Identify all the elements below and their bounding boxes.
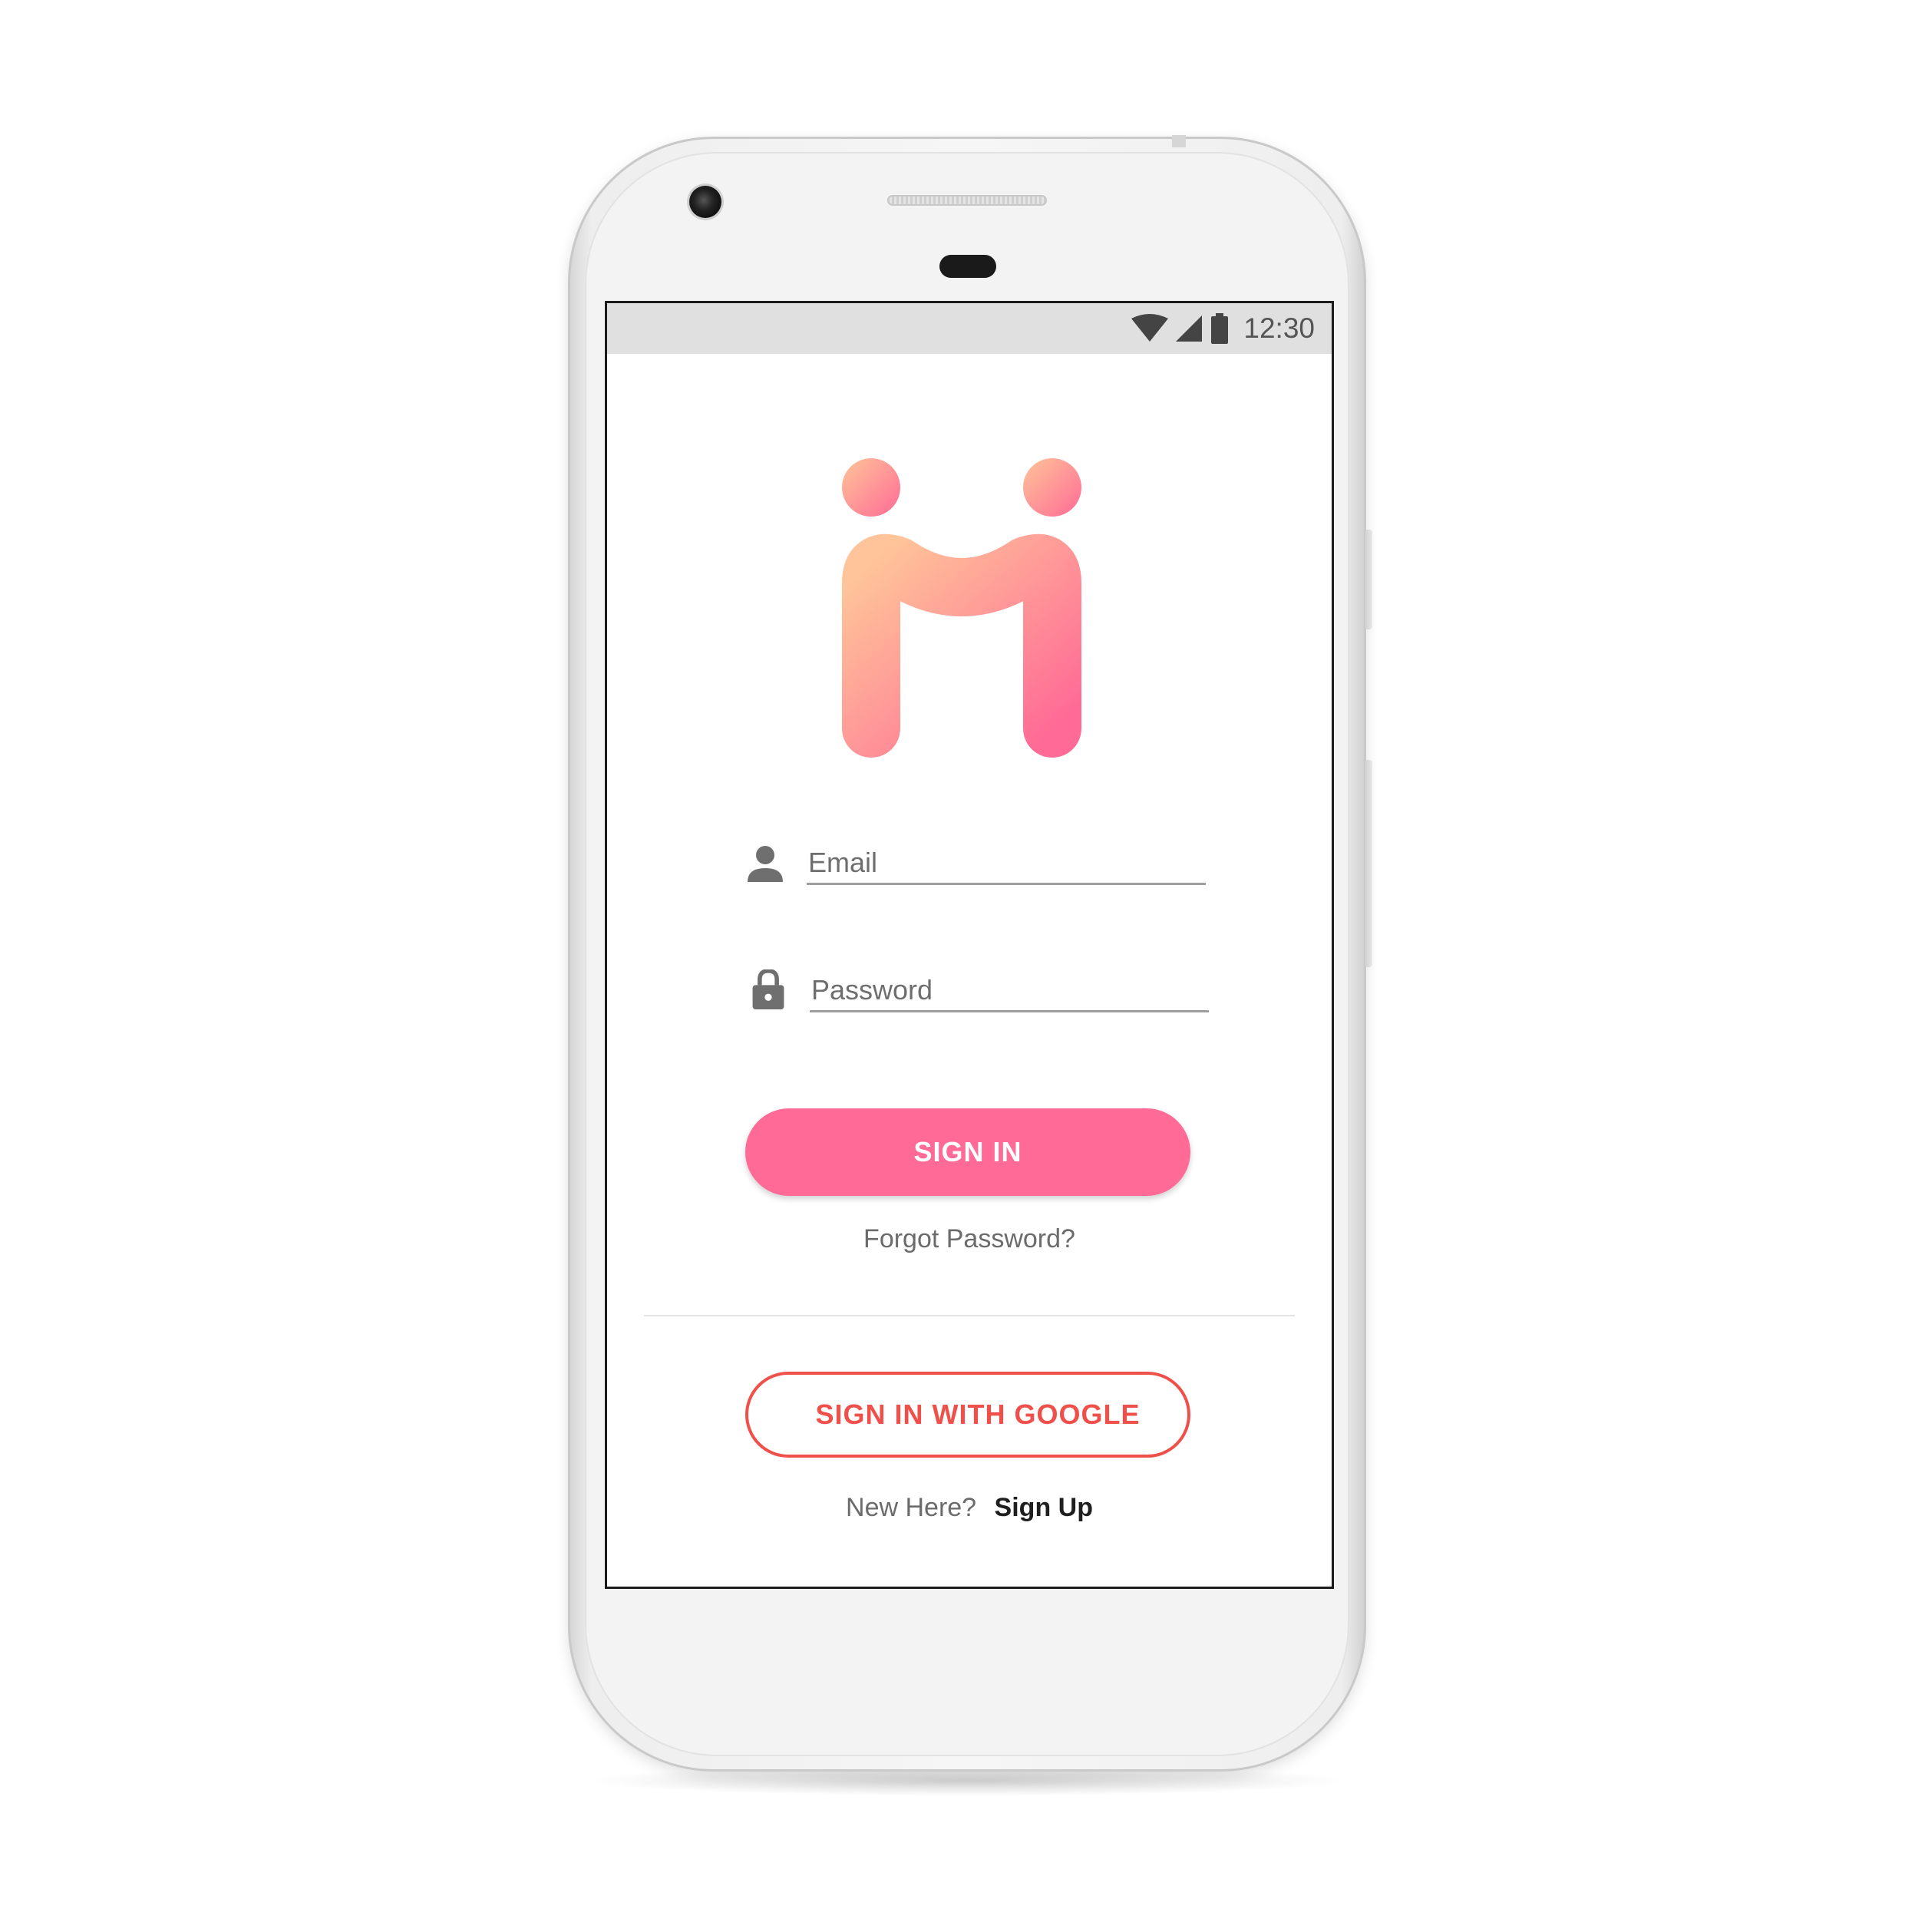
password-row [745,968,1209,1029]
email-field[interactable] [807,842,1206,885]
sign-in-button[interactable]: SIGN IN [745,1108,1190,1196]
status-icons: 12:30 [1131,311,1315,346]
proximity-sensor [939,255,996,278]
earpiece-speaker [887,195,1047,206]
email-row [745,841,1206,902]
new-here-text: New Here? [846,1493,977,1522]
device-mockup: 12:30 Email SIGN IN Forgot Password? SIG… [0,0,1928,1932]
forgot-password-link[interactable]: Forgot Password? [607,1224,1332,1254]
divider [644,1315,1295,1316]
status-time: 12:30 [1243,312,1315,344]
wifi-icon [1131,314,1169,342]
lock-icon [752,969,784,1009]
sign-up-link[interactable]: Sign Up [995,1493,1093,1522]
phone-top-notch [1172,135,1186,147]
status-bar: 12:30 [607,303,1332,354]
app-logo [842,458,1081,758]
password-field[interactable] [810,969,1209,1012]
person-icon [748,846,783,882]
battery-icon [1211,313,1229,344]
signal-icon [1176,315,1203,342]
phone-volume-button [1365,760,1372,967]
google-sign-in-button[interactable]: SIGN IN WITH GOOGLE [745,1372,1190,1458]
signup-row: New Here? Sign Up [607,1493,1332,1523]
phone-power-button [1365,530,1372,629]
app-screen: 12:30 Email SIGN IN Forgot Password? SIG… [605,301,1334,1589]
front-camera [689,186,721,218]
